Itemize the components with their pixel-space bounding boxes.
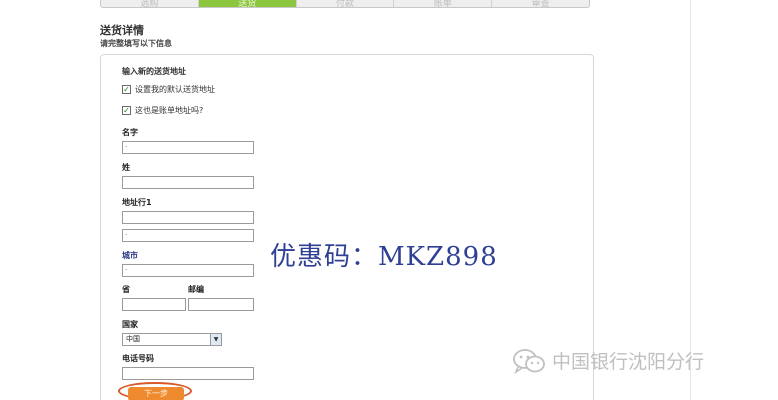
postcode-field[interactable] [188, 298, 254, 311]
promo-code-overlay: 优惠码：MKZ898 [270, 242, 498, 272]
checkout-progress-tabs: 选购 送货 付款 账单 审查 [100, 0, 590, 8]
last-name-label: 姓 [122, 163, 130, 172]
phone-label: 电话号码 [122, 354, 154, 363]
page-title: 送货详情 [100, 24, 144, 37]
last-name-field[interactable] [122, 176, 254, 189]
province-label: 省 [122, 285, 130, 294]
billing-address-label: 这也是账单地址吗? [135, 106, 204, 115]
address-line2-field[interactable]: · [122, 229, 254, 242]
province-field[interactable] [122, 298, 186, 311]
divider [690, 0, 691, 400]
default-address-checkbox[interactable]: ✓ [122, 85, 131, 94]
default-address-label: 设置我的默认送货地址 [135, 85, 215, 94]
default-address-option[interactable]: ✓ 设置我的默认送货地址 [122, 84, 215, 95]
country-value: 中国 [126, 335, 140, 343]
tab-review[interactable]: 审查 [492, 0, 589, 7]
chevron-down-icon[interactable]: ▼ [210, 334, 221, 345]
next-step-highlight: 下一步 [118, 382, 192, 400]
first-name-label: 名字 [122, 128, 138, 137]
billing-address-option[interactable]: ✓ 这也是账单地址吗? [122, 105, 203, 116]
city-field[interactable]: · [122, 264, 254, 277]
billing-address-checkbox[interactable]: ✓ [122, 106, 131, 115]
page-subtitle: 请完整填写以下信息 [100, 39, 172, 48]
tab-payment[interactable]: 付款 [297, 0, 395, 7]
tab-delivery[interactable]: 送货 [198, 0, 297, 7]
tab-shopping[interactable]: 选购 [101, 0, 199, 7]
wechat-icon [512, 348, 546, 374]
country-label: 国家 [122, 320, 138, 329]
phone-field[interactable] [122, 367, 254, 380]
postcode-label: 邮编 [188, 285, 204, 294]
address-line1-field[interactable] [122, 211, 254, 224]
watermark-text: 中国银行沈阳分行 [552, 351, 705, 373]
tab-billing[interactable]: 账单 [394, 0, 493, 7]
first-name-field[interactable]: · [122, 141, 254, 154]
form-title: 输入新的送货地址 [122, 67, 186, 76]
country-select[interactable]: 中国 ▼ [122, 333, 222, 346]
address-line1-label: 地址行1 [122, 198, 152, 207]
watermark: 中国银行沈阳分行 [512, 347, 704, 374]
city-label: 城市 [122, 251, 138, 260]
next-step-button[interactable]: 下一步 [128, 387, 184, 400]
